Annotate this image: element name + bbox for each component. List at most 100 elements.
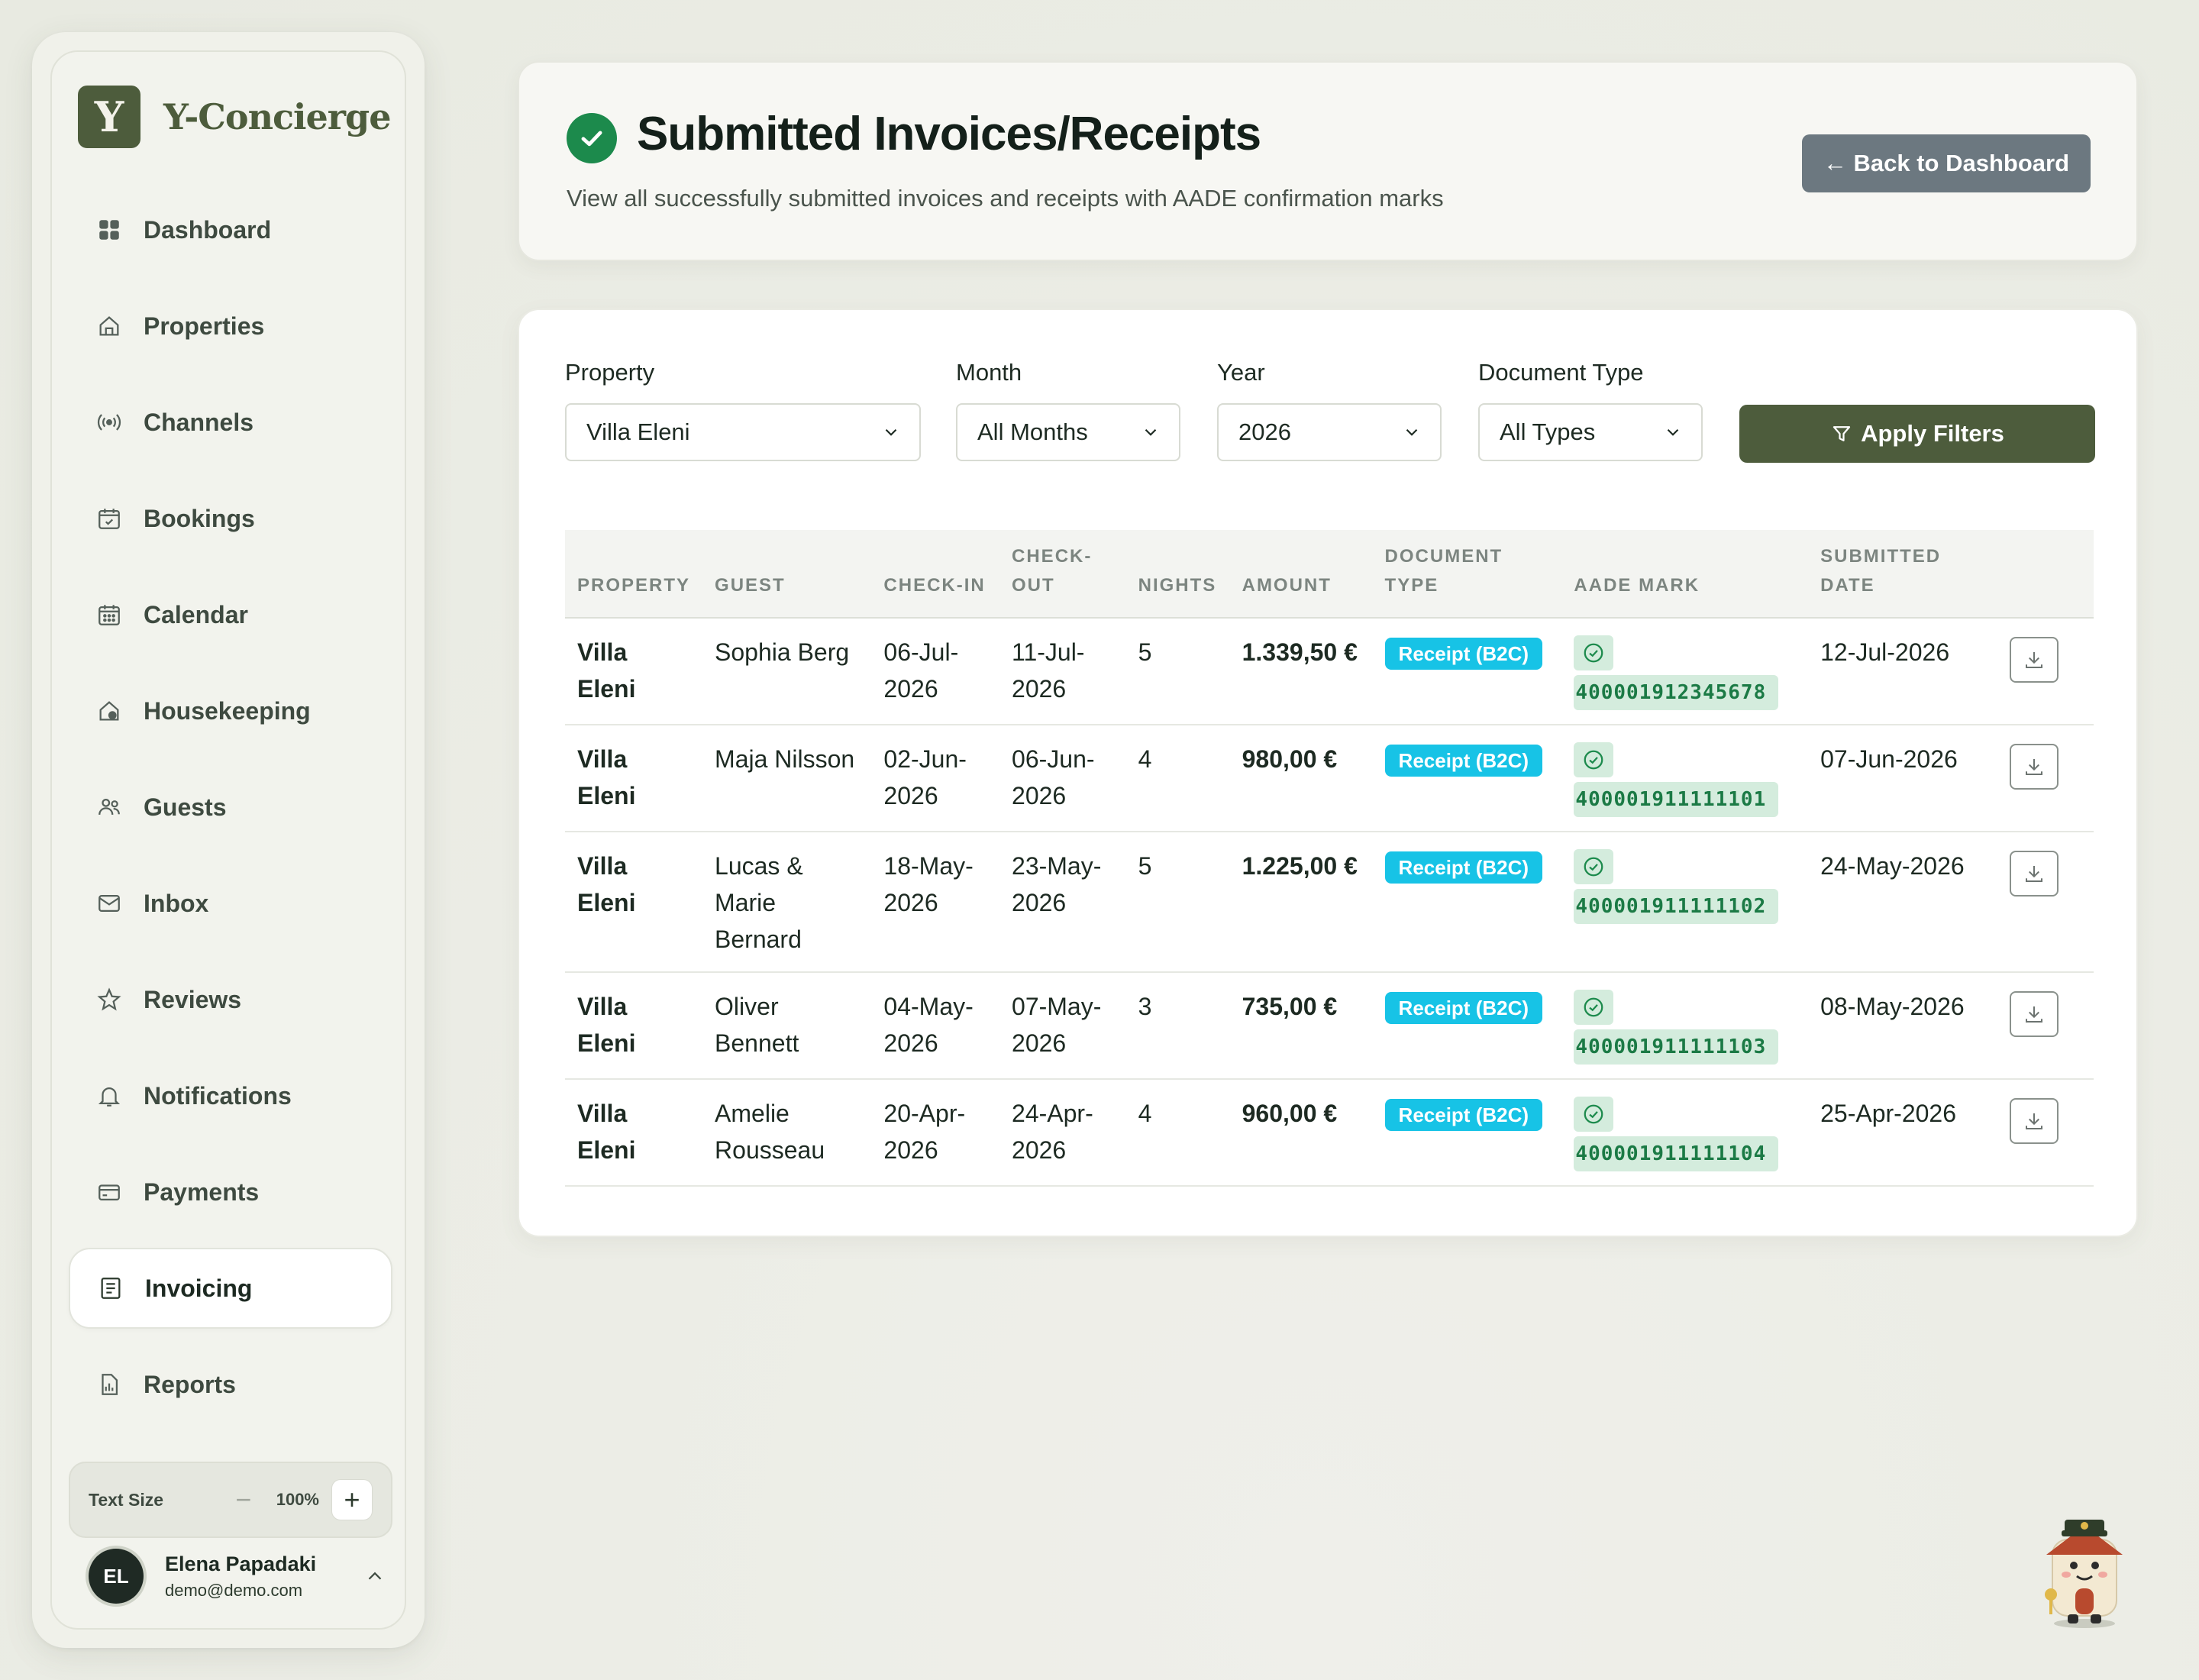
aade-mark-code: 400001911111101 xyxy=(1574,782,1779,817)
document-type-badge: Receipt (B2C) xyxy=(1384,851,1543,884)
sidebar-item-properties[interactable]: Properties xyxy=(69,286,392,367)
sidebar-item-label: Channels xyxy=(144,408,254,436)
check-circle-icon xyxy=(1574,849,1614,884)
cell-nights: 4 xyxy=(1125,725,1230,832)
column-header-aade-mark[interactable]: AADE MARK xyxy=(1561,530,1809,619)
cell-property: Villa Eleni xyxy=(565,972,703,1080)
month-filter: Month All Months xyxy=(956,359,1180,461)
back-to-dashboard-button[interactable]: ← Back to Dashboard xyxy=(1801,134,2091,192)
sidebar-item-dashboard[interactable]: Dashboard xyxy=(69,189,392,270)
document-type-badge: Receipt (B2C) xyxy=(1384,992,1543,1024)
house-icon xyxy=(95,312,124,341)
document-type-select[interactable]: All Types xyxy=(1478,403,1703,461)
aade-mark-code: 400001912345678 xyxy=(1574,675,1779,710)
text-size-control: Text Size − 100% + xyxy=(69,1462,392,1538)
year-filter: Year 2026 xyxy=(1217,359,1442,461)
column-header-property[interactable]: PROPERTY xyxy=(565,530,703,619)
invoices-panel: Property Villa Eleni Month All Months Ye… xyxy=(518,309,2138,1237)
column-header-checkout[interactable]: CHECK-OUT xyxy=(999,530,1126,619)
text-size-value: 100% xyxy=(276,1490,319,1509)
sidebar-item-reviews[interactable]: Reviews xyxy=(69,959,392,1040)
cell-actions xyxy=(1997,832,2094,973)
year-select[interactable]: 2026 xyxy=(1217,403,1442,461)
sidebar-item-notifications[interactable]: Notifications xyxy=(69,1055,392,1136)
check-circle-icon xyxy=(567,113,617,163)
sidebar-item-channels[interactable]: Channels xyxy=(69,382,392,463)
sidebar-item-invoicing[interactable]: Invoicing xyxy=(69,1248,392,1329)
download-button[interactable] xyxy=(2010,637,2059,683)
sidebar-item-bookings[interactable]: Bookings xyxy=(69,478,392,559)
avatar: EL xyxy=(89,1549,144,1604)
property-select[interactable]: Villa Eleni xyxy=(565,403,921,461)
cell-actions xyxy=(1997,618,2094,725)
grid-icon xyxy=(95,215,124,244)
sidebar-item-housekeeping[interactable]: Housekeeping xyxy=(69,670,392,751)
sidebar-item-label: Reports xyxy=(144,1370,236,1398)
cell-guest: Oliver Bennett xyxy=(702,972,872,1080)
text-size-decrease-button[interactable]: − xyxy=(223,1479,264,1520)
cell-checkout: 23-May-2026 xyxy=(999,832,1126,973)
sidebar-item-label: Dashboard xyxy=(144,215,272,244)
user-name: Elena Papadaki xyxy=(165,1552,317,1575)
sidebar-item-calendar[interactable]: Calendar xyxy=(69,574,392,655)
column-header-amount[interactable]: AMOUNT xyxy=(1229,530,1373,619)
column-header-nights[interactable]: NIGHTS xyxy=(1125,530,1230,619)
cell-checkout: 11-Jul-2026 xyxy=(999,618,1126,725)
sidebar-item-label: Inbox xyxy=(144,889,209,917)
download-button[interactable] xyxy=(2010,744,2059,790)
table-row: Villa Eleni Lucas & Marie Bernard 18-May… xyxy=(565,832,2094,973)
sidebar-item-reports[interactable]: Reports xyxy=(69,1344,392,1425)
download-icon xyxy=(2026,1113,2043,1129)
concierge-mascot-icon[interactable] xyxy=(2031,1509,2138,1631)
house-clean-icon xyxy=(95,696,124,725)
cell-guest: Amelie Rousseau xyxy=(702,1079,872,1187)
cell-document-type: Receipt (B2C) xyxy=(1372,725,1562,832)
column-header-document-type[interactable]: DOCUMENT TYPE xyxy=(1372,530,1562,619)
cell-checkout: 06-Jun-2026 xyxy=(999,725,1126,832)
text-size-increase-button[interactable]: + xyxy=(331,1479,373,1520)
aade-mark-code: 400001911111104 xyxy=(1574,1136,1779,1171)
cell-guest: Maja Nilsson xyxy=(702,725,872,832)
sidebar-item-label: Payments xyxy=(144,1178,260,1206)
sidebar-nav: Dashboard Properties Channels Bookings C… xyxy=(69,189,392,1440)
cell-nights: 5 xyxy=(1125,618,1230,725)
app-logo[interactable]: Y Y-Concierge xyxy=(78,86,391,148)
sidebar-item-label: Notifications xyxy=(144,1081,292,1110)
chevron-down-icon xyxy=(1406,428,1418,436)
cell-amount: 1.339,50 € xyxy=(1229,618,1373,725)
page-header: Submitted Invoices/Receipts View all suc… xyxy=(518,61,2138,261)
apply-filters-button[interactable]: Apply Filters xyxy=(1739,405,2095,463)
download-button[interactable] xyxy=(2010,1098,2059,1144)
download-button[interactable] xyxy=(2010,851,2059,897)
chevron-up-icon[interactable] xyxy=(363,1565,386,1588)
column-header-guest[interactable]: GUEST xyxy=(702,530,872,619)
chevron-down-icon xyxy=(885,428,897,436)
cell-aade-mark: 400001911111103 xyxy=(1561,972,1809,1080)
cell-property: Villa Eleni xyxy=(565,832,703,973)
user-menu[interactable]: EL Elena Papadaki demo@demo.com xyxy=(89,1549,394,1604)
cell-property: Villa Eleni xyxy=(565,1079,703,1187)
table-row: Villa Eleni Maja Nilsson 02-Jun-2026 06-… xyxy=(565,725,2094,832)
cell-property: Villa Eleni xyxy=(565,725,703,832)
cell-actions xyxy=(1997,1079,2094,1187)
document-type-badge: Receipt (B2C) xyxy=(1384,1099,1543,1131)
download-button[interactable] xyxy=(2010,991,2059,1037)
column-header-checkin[interactable]: CHECK-IN xyxy=(871,530,1000,619)
calendar-grid-icon xyxy=(95,600,124,629)
sidebar-item-payments[interactable]: Payments xyxy=(69,1152,392,1233)
month-select[interactable]: All Months xyxy=(956,403,1180,461)
aade-mark-code: 400001911111102 xyxy=(1574,889,1779,924)
cell-checkin: 20-Apr-2026 xyxy=(871,1079,1000,1187)
sidebar-item-guests[interactable]: Guests xyxy=(69,767,392,848)
user-info: Elena Papadaki demo@demo.com xyxy=(165,1552,363,1601)
check-circle-icon xyxy=(1574,635,1614,670)
sidebar-item-inbox[interactable]: Inbox xyxy=(69,863,392,944)
aade-mark-code: 400001911111103 xyxy=(1574,1029,1779,1065)
cell-property: Villa Eleni xyxy=(565,618,703,725)
page-title: Submitted Invoices/Receipts xyxy=(637,108,1261,160)
cell-nights: 5 xyxy=(1125,832,1230,973)
cell-checkin: 04-May-2026 xyxy=(871,972,1000,1080)
cell-amount: 735,00 € xyxy=(1229,972,1373,1080)
column-header-submitted-date[interactable]: SUBMITTED DATE xyxy=(1808,530,1998,619)
sidebar-panel: Y Y-Concierge Dashboard Properties Chann… xyxy=(50,50,406,1630)
